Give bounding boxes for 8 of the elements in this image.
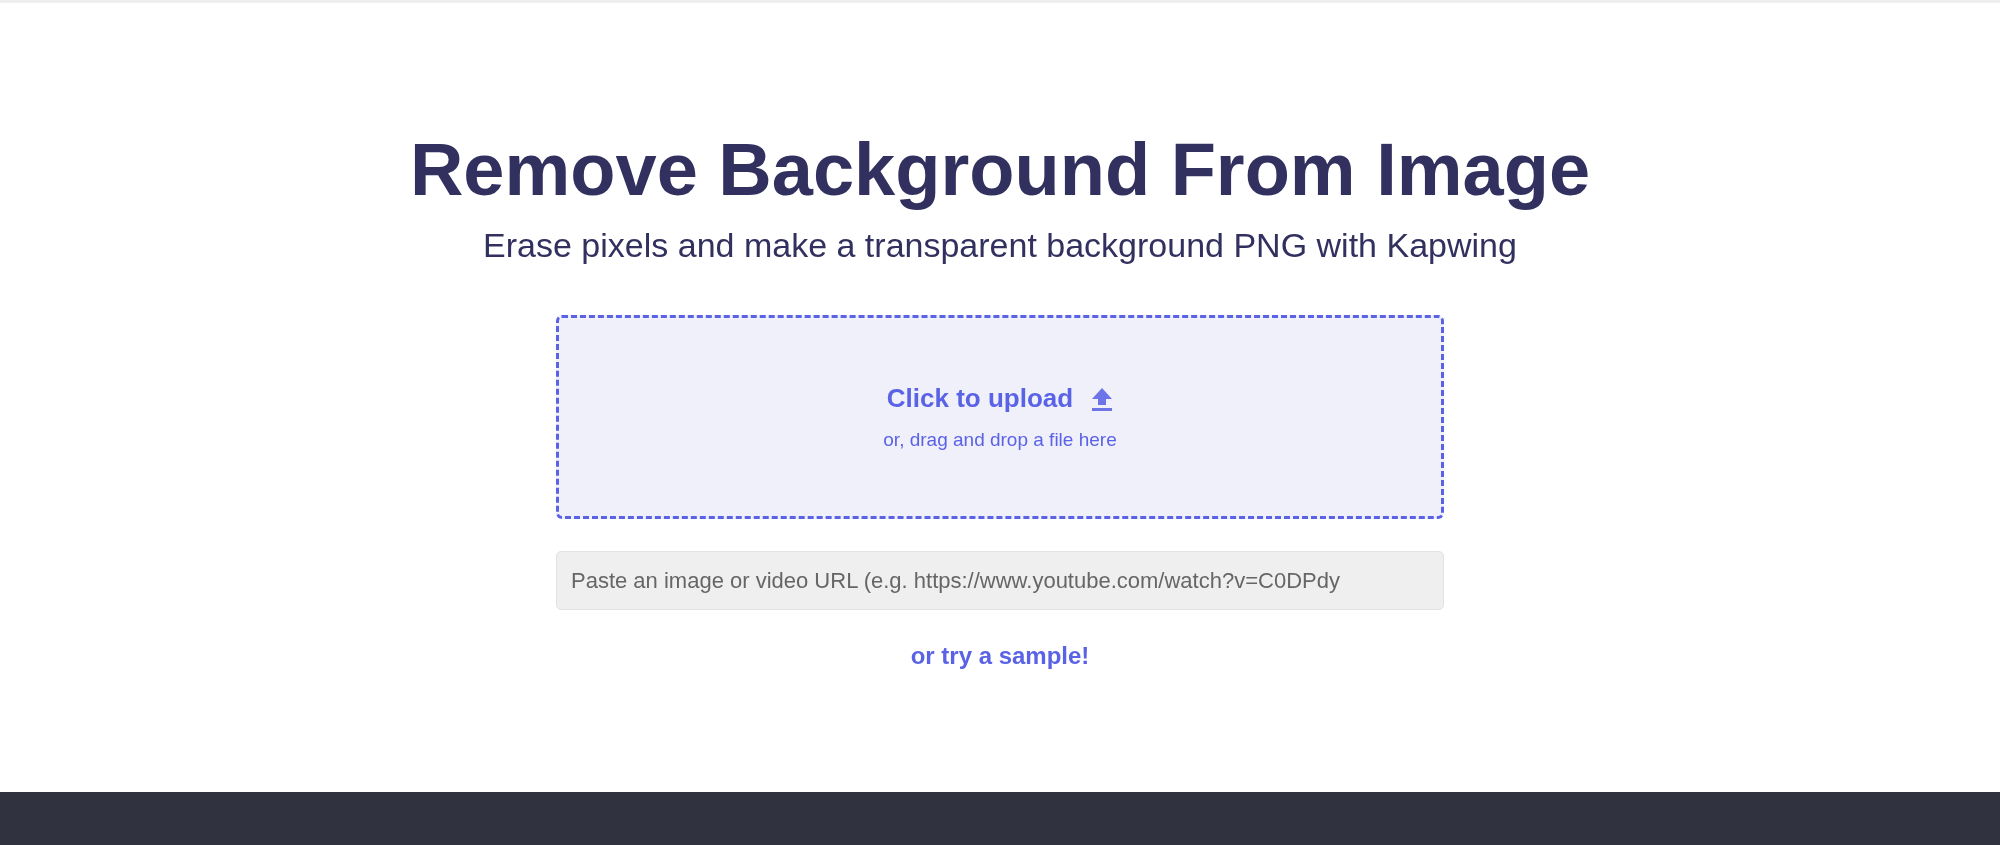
url-input-field[interactable]: Paste an image or video URL (e.g. https://www.youtube.com/watch?v=C0DPdy — [556, 551, 1444, 610]
upload-icon — [1091, 386, 1114, 411]
upload-dropzone[interactable]: Click to upload or, drag and drop a file here — [556, 315, 1444, 519]
page-title: Remove Background From Image — [409, 127, 1591, 213]
page-subtitle: Erase pixels and make a transparent background PNG with Kapwing — [483, 225, 1517, 266]
upload-hint: or, drag and drop a file here — [883, 428, 1117, 453]
sample-link[interactable]: or try a sample! — [910, 638, 1090, 674]
upload-label: Click to upload — [886, 382, 1074, 416]
